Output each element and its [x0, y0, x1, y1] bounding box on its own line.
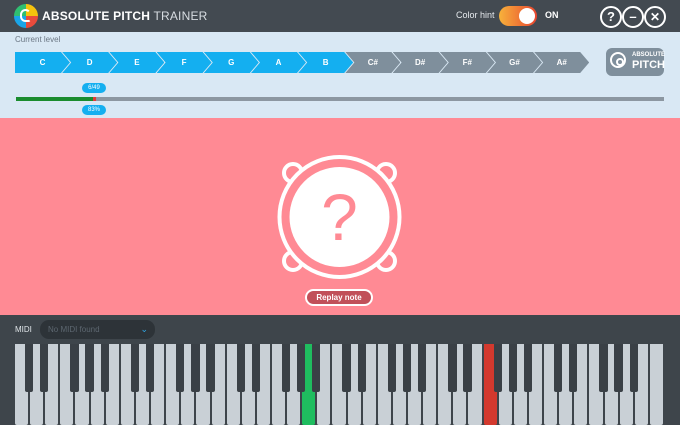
white-key[interactable]	[649, 344, 663, 425]
black-key[interactable]	[417, 344, 427, 392]
note-chevron-e: E	[109, 52, 164, 73]
black-key[interactable]	[70, 344, 79, 392]
black-key[interactable]	[508, 344, 517, 392]
black-key[interactable]	[206, 344, 215, 392]
app-title: ABSOLUTE PITCH TRAINER	[42, 9, 208, 23]
black-key[interactable]	[145, 344, 155, 392]
black-key[interactable]	[357, 344, 366, 392]
black-key[interactable]	[554, 344, 563, 392]
black-key[interactable]	[176, 344, 185, 392]
progress-percent-pill: 83%	[82, 105, 106, 115]
replay-note-button[interactable]: Replay note	[305, 289, 373, 306]
black-key[interactable]	[493, 344, 502, 392]
progress-fill	[16, 97, 94, 101]
black-key[interactable]	[523, 344, 533, 392]
black-key[interactable]	[342, 344, 351, 392]
question-area: ? Replay note	[0, 118, 680, 315]
badge-top-text: ABSOLUTE	[632, 52, 665, 58]
black-key[interactable]	[614, 344, 623, 392]
black-key[interactable]	[191, 344, 200, 392]
note-chevron-c-sharp: C#	[345, 52, 400, 73]
note-chevron-b: B	[298, 52, 353, 73]
note-chevron-d: D	[62, 52, 117, 73]
app-logo-icon	[14, 4, 38, 28]
question-mark: ?	[321, 180, 358, 254]
black-key[interactable]	[85, 344, 94, 392]
black-key[interactable]	[448, 344, 457, 392]
note-chevron-c: C	[15, 52, 70, 73]
chevron-down-icon: ⌄	[140, 324, 148, 334]
black-key[interactable]	[569, 344, 578, 392]
midi-select[interactable]: No MIDI found ⌄	[40, 320, 155, 339]
note-chevron-a: A	[251, 52, 306, 73]
note-chevron-f-sharp: F#	[440, 52, 495, 73]
color-hint-toggle[interactable]	[499, 6, 537, 26]
black-key[interactable]	[40, 344, 49, 392]
black-key[interactable]	[629, 344, 638, 392]
close-button[interactable]: ✕	[644, 6, 666, 28]
black-key[interactable]	[599, 344, 608, 392]
color-hint-label: Color hint	[456, 10, 495, 20]
minimize-button[interactable]: –	[622, 6, 644, 28]
note-chevron-g: G	[204, 52, 259, 73]
black-key[interactable]	[251, 344, 261, 392]
black-key[interactable]	[297, 344, 306, 392]
speaker-question-icon: ?	[277, 155, 402, 279]
black-key[interactable]	[463, 344, 472, 392]
black-key[interactable]	[24, 344, 34, 392]
black-key[interactable]	[100, 344, 109, 392]
black-key[interactable]	[130, 344, 140, 392]
black-key[interactable]	[236, 344, 245, 392]
absolute-pitch-badge[interactable]: ABSOLUTE PITCH	[606, 48, 665, 76]
level-bar: Current level C D E F G A B C# D# F# G# A# ABSOLUTE…	[0, 32, 680, 118]
title-bar: ABSOLUTE PITCH TRAINER Color hint ON ? –…	[0, 0, 680, 32]
toggle-knob	[519, 8, 535, 24]
progress-track	[16, 97, 664, 101]
midi-label: MIDI	[15, 325, 32, 334]
note-chevron-d-sharp: D#	[393, 52, 448, 73]
color-hint-state: ON	[545, 10, 559, 20]
black-key[interactable]	[281, 344, 291, 392]
black-key[interactable]	[402, 344, 412, 392]
target-icon	[610, 52, 626, 68]
midi-select-value: No MIDI found	[48, 325, 100, 334]
current-level-label: Current level	[15, 35, 61, 44]
badge-bottom-text: PITCH	[632, 59, 665, 71]
black-key[interactable]	[387, 344, 397, 392]
black-key[interactable]	[312, 344, 321, 392]
note-chevron-g-sharp: G#	[487, 52, 542, 73]
note-chevron-a-sharp: A#	[534, 52, 589, 73]
progress-marker	[93, 97, 96, 101]
progress-count-pill: 6/49	[82, 83, 106, 93]
piano-keyboard	[14, 344, 664, 425]
help-button[interactable]: ?	[600, 6, 622, 28]
note-chevron-f: F	[157, 52, 212, 73]
